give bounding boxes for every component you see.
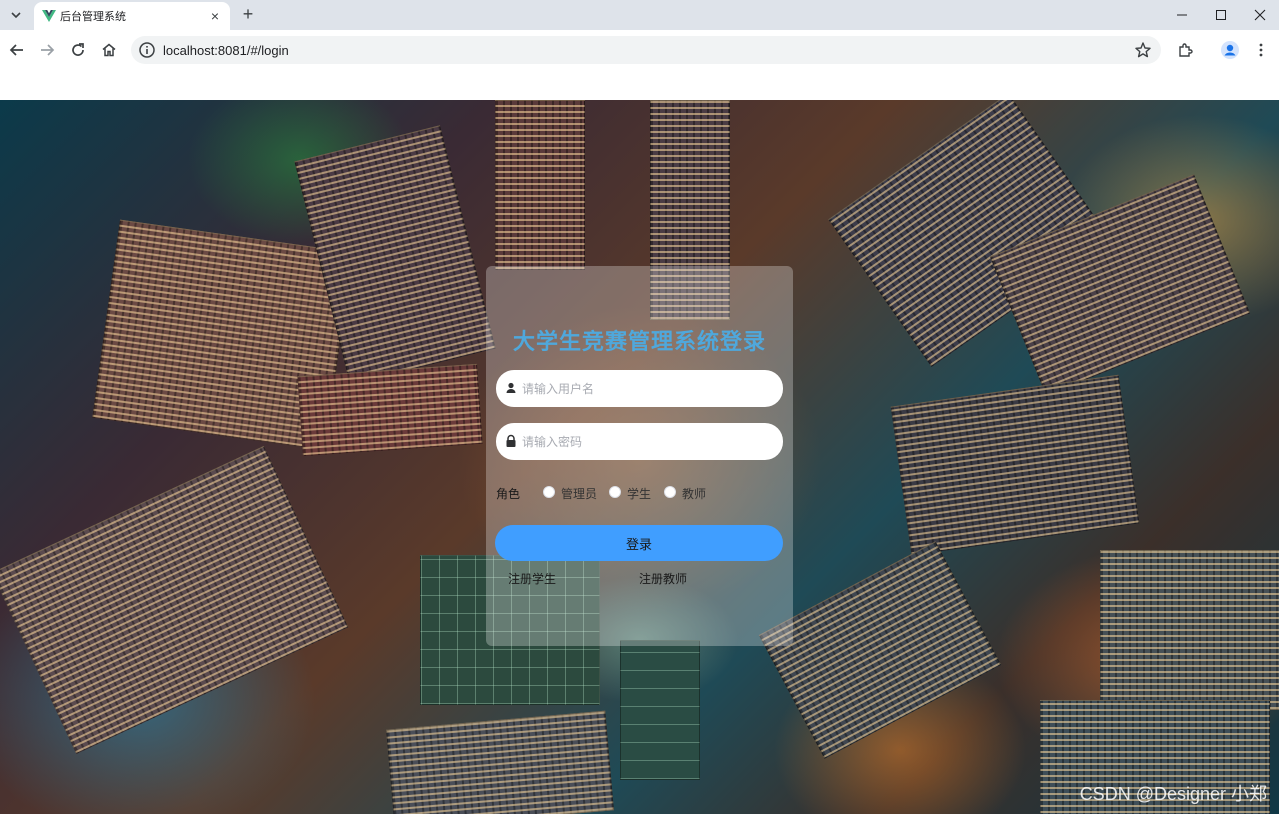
forward-icon[interactable]: [35, 38, 59, 62]
close-icon[interactable]: ×: [206, 7, 224, 25]
more-icon[interactable]: [1249, 38, 1273, 62]
lock-icon: [506, 434, 516, 447]
chevron-down-icon: [11, 12, 21, 19]
role-option-label[interactable]: 管理员: [561, 485, 597, 502]
star-icon[interactable]: [1134, 41, 1152, 59]
page-top-whitespace: [0, 70, 1279, 100]
username-field[interactable]: [496, 370, 783, 407]
vue-logo-icon: [42, 10, 56, 22]
role-label: 角色: [496, 487, 521, 501]
login-button[interactable]: 登录: [495, 525, 783, 561]
login-panel: 大学生竞赛管理系统登录 角色 管理员 学生: [486, 266, 793, 646]
radio-circle[interactable]: [664, 486, 676, 498]
register-teacher-link[interactable]: 注册教师: [639, 570, 687, 587]
building-decoration: [297, 363, 483, 457]
tab-search-button[interactable]: [5, 4, 27, 26]
page-title: 大学生竞赛管理系统登录: [512, 329, 766, 354]
building-decoration: [495, 100, 585, 270]
login-page-background: 大学生竞赛管理系统登录 角色 管理员 学生: [0, 100, 1279, 814]
building-decoration: [890, 374, 1140, 556]
browser-toolbar: localhost:8081/#/login: [0, 30, 1279, 70]
address-bar[interactable]: localhost:8081/#/login: [131, 36, 1161, 64]
active-tab[interactable]: 后台管理系统 ×: [34, 2, 230, 30]
rooftop-court-decoration: [620, 640, 700, 780]
watermark: CSDN @Designer 小郑: [1079, 784, 1267, 804]
register-student-link[interactable]: 注册学生: [508, 570, 556, 587]
maximize-icon[interactable]: [1201, 2, 1241, 28]
password-field[interactable]: [496, 423, 783, 460]
home-icon[interactable]: [97, 38, 121, 62]
minimize-icon[interactable]: [1162, 2, 1202, 28]
window-close-icon[interactable]: [1240, 2, 1279, 28]
user-icon: [506, 382, 516, 393]
radio-circle[interactable]: [609, 486, 621, 498]
password-input[interactable]: [522, 432, 772, 452]
building-decoration: [0, 445, 349, 755]
tab-strip: 后台管理系统 × +: [0, 0, 1279, 30]
building-decoration: [1100, 550, 1279, 710]
profile-icon[interactable]: [1218, 38, 1242, 62]
url-text[interactable]: localhost:8081/#/login: [163, 43, 289, 58]
info-icon[interactable]: [138, 41, 156, 59]
plus-icon[interactable]: +: [238, 4, 258, 24]
role-option-label[interactable]: 学生: [627, 485, 651, 502]
extensions-icon[interactable]: [1173, 38, 1197, 62]
back-icon[interactable]: [5, 38, 29, 62]
building-decoration: [386, 710, 614, 814]
radio-circle[interactable]: [543, 486, 555, 498]
role-selector: 角色 管理员 学生 教师: [496, 484, 786, 502]
tab-title: 后台管理系统: [60, 11, 126, 23]
role-option-label[interactable]: 教师: [682, 485, 706, 502]
username-input[interactable]: [522, 379, 772, 399]
reload-icon[interactable]: [66, 38, 90, 62]
building-decoration: [758, 541, 1002, 759]
